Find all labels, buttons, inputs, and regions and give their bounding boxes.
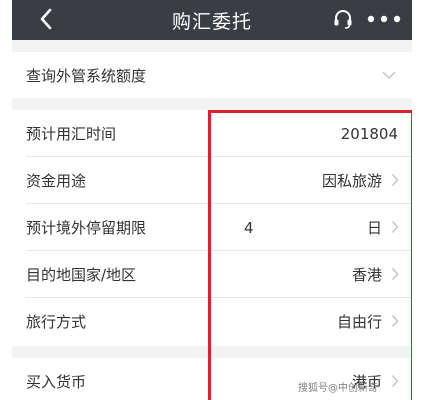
highlight-box — [208, 110, 412, 400]
chevron-left-icon — [40, 8, 52, 30]
chevron-down-icon — [380, 66, 398, 84]
form-row-label: 旅行方式 — [26, 313, 87, 331]
headset-icon — [334, 10, 352, 29]
form-row-label: 买入货币 — [26, 373, 87, 391]
back-button[interactable] — [32, 5, 60, 33]
quota-query-row[interactable]: 查询外管系统额度 — [12, 52, 412, 98]
form-row-label: 目的地国家/地区 — [26, 266, 137, 284]
screenshot: 购汇委托 查询外管系统额度 预计用汇时间 201804 资金用途 因私旅游 预计… — [0, 0, 425, 400]
form-row-label: 预计境外停留期限 — [26, 219, 147, 237]
form-row-label: 资金用途 — [26, 172, 87, 190]
nav-bar: 购汇委托 — [12, 0, 412, 40]
watermark: 搜狐号@中创新奇 — [298, 383, 378, 394]
quota-query-label: 查询外管系统额度 — [26, 66, 147, 85]
phone-screen: 购汇委托 查询外管系统额度 预计用汇时间 201804 资金用途 因私旅游 预计… — [12, 0, 412, 400]
customer-service-button[interactable] — [330, 6, 356, 32]
form-row-label: 预计用汇时间 — [26, 125, 117, 143]
page-title: 购汇委托 — [171, 10, 252, 33]
more-dots-icon — [367, 15, 401, 23]
more-button[interactable] — [364, 6, 404, 32]
